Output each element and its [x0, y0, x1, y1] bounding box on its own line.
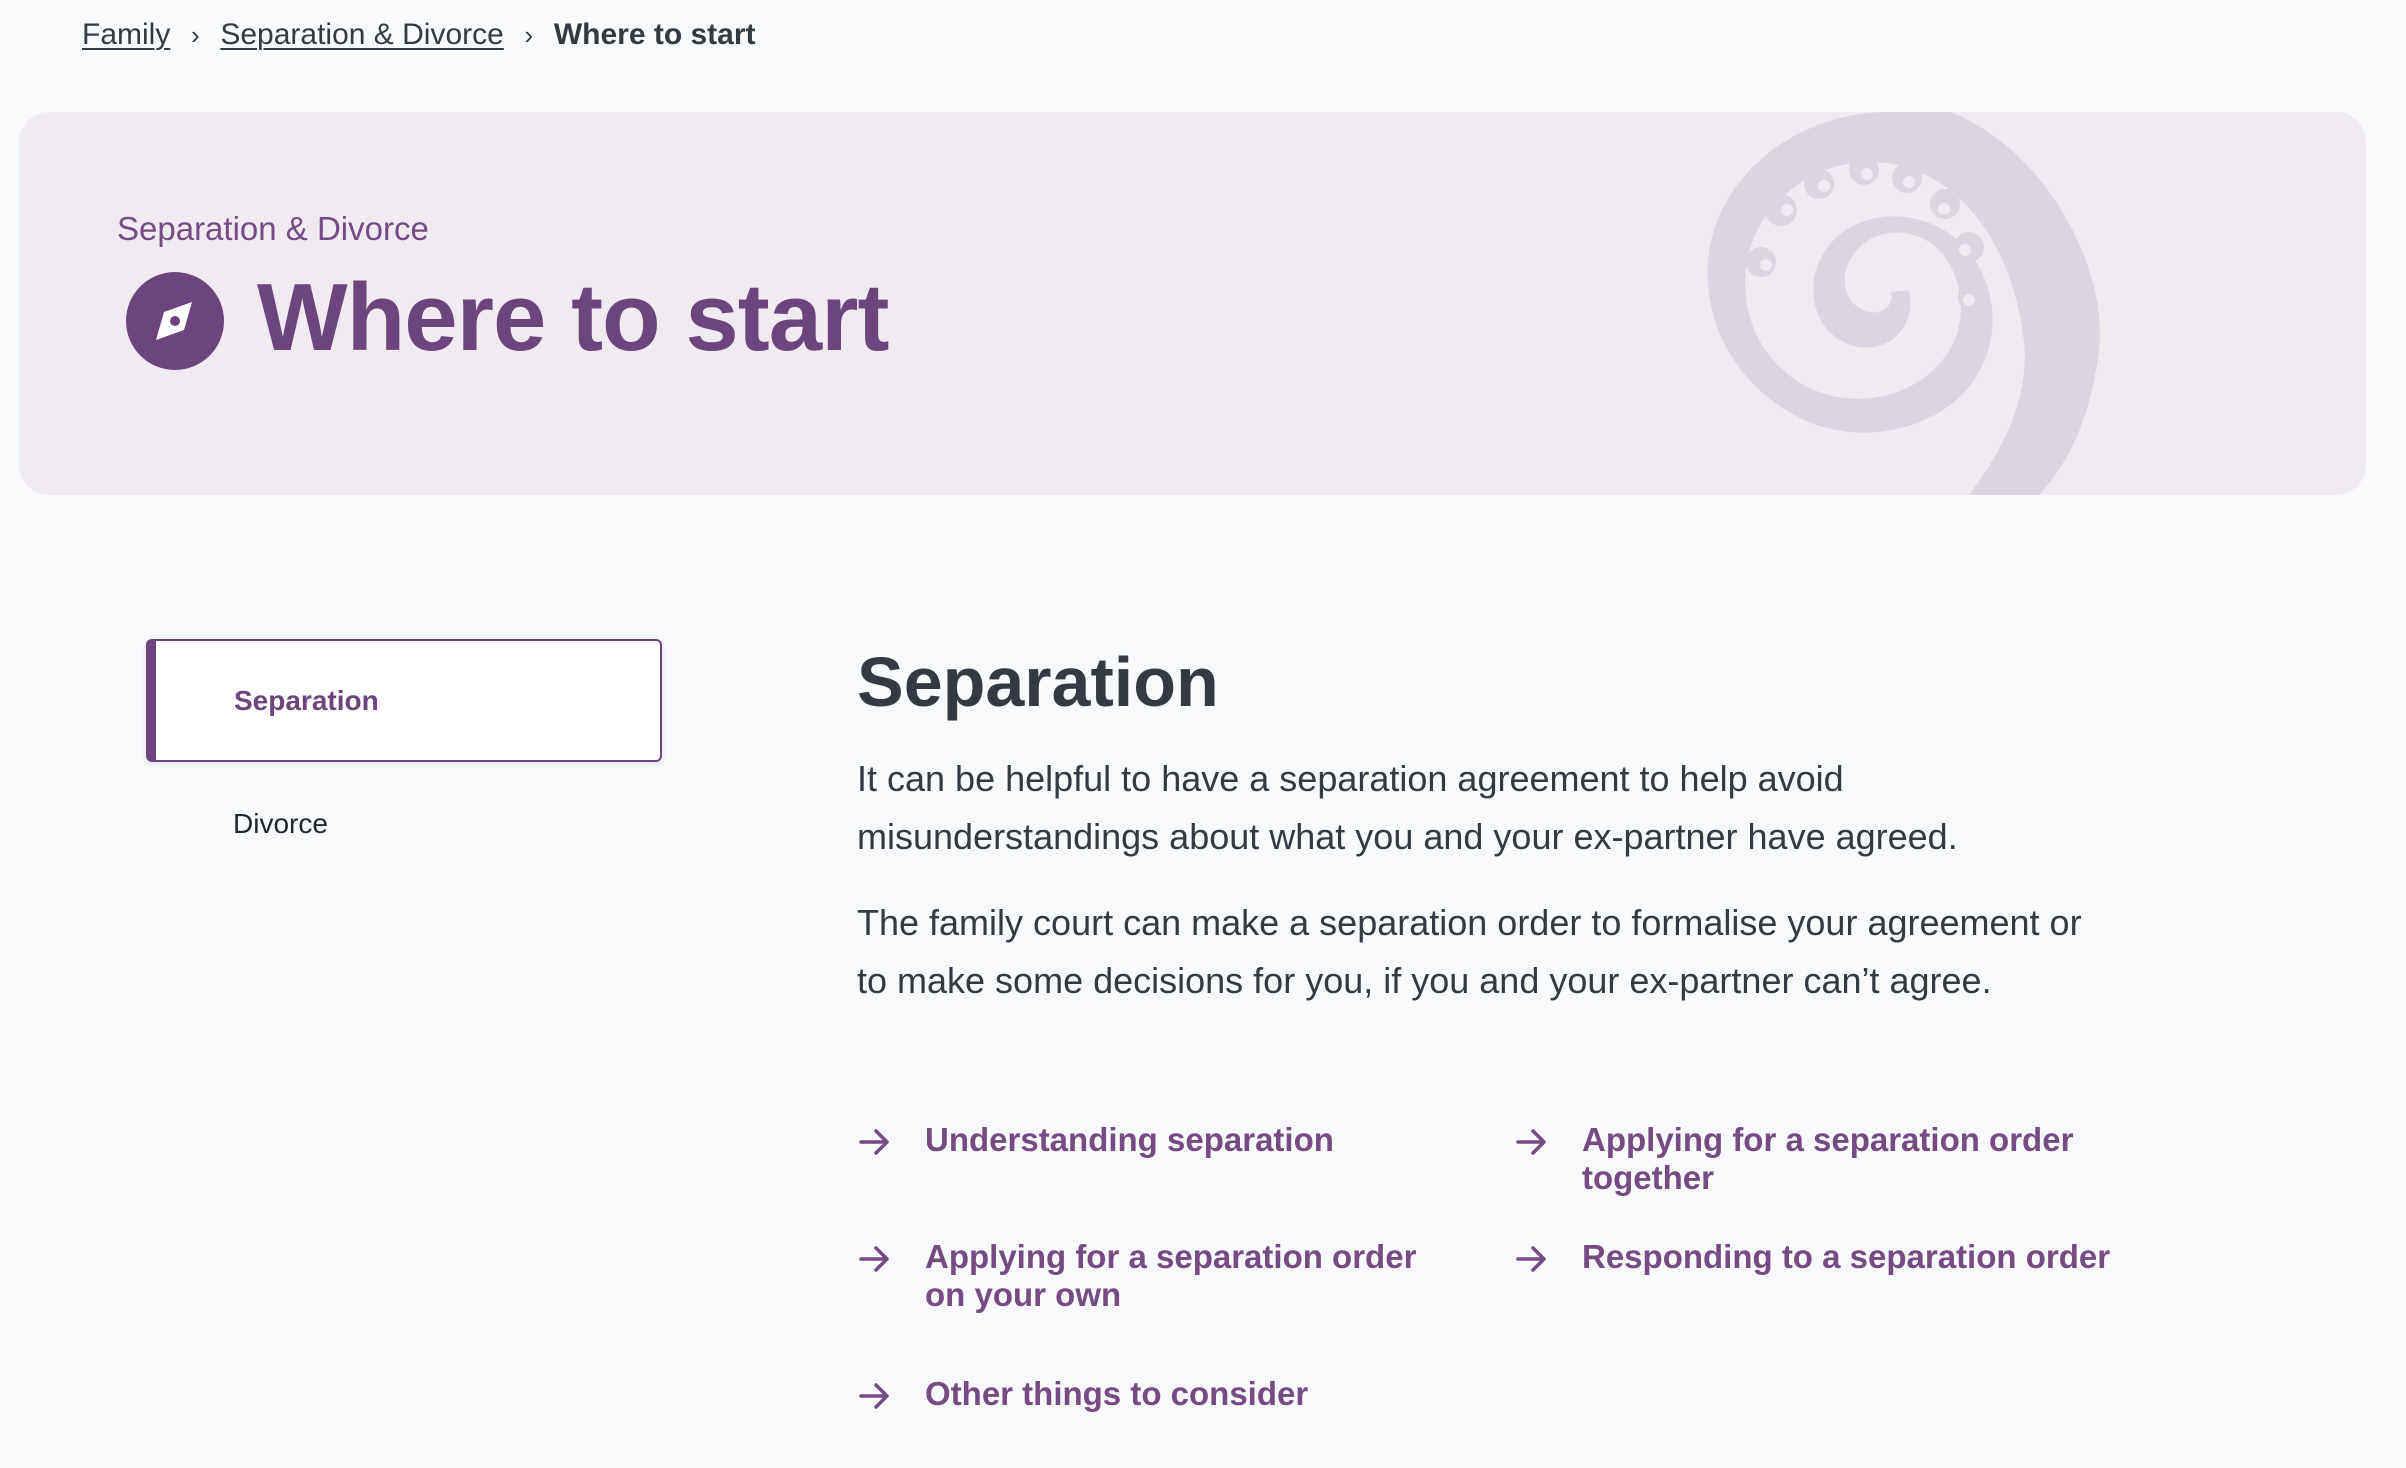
- link-label: Applying for a separation order on your …: [925, 1238, 1417, 1313]
- side-navigation: Separation Divorce: [146, 639, 662, 854]
- page-title: Where to start: [257, 264, 889, 371]
- breadcrumb-link-family[interactable]: Family: [82, 18, 170, 52]
- intro-paragraph: It can be helpful to have a separation a…: [857, 758, 1958, 857]
- link-label: Other things to consider: [925, 1375, 1309, 1412]
- chevron-right-icon: ›: [524, 19, 534, 50]
- compass-icon: [126, 272, 224, 370]
- link-other-things[interactable]: Other things to consider: [857, 1375, 1308, 1414]
- chevron-right-icon: ›: [191, 19, 200, 50]
- arrow-right-icon: [1516, 1246, 1546, 1272]
- sidenav-item-divorce[interactable]: Divorce: [146, 794, 662, 854]
- link-label: Understanding separation: [925, 1121, 1334, 1158]
- link-label: Responding to a separation order: [1582, 1238, 2111, 1275]
- sidenav-item-separation[interactable]: Separation: [146, 639, 662, 762]
- link-label: Applying for a separation order together: [1582, 1121, 2074, 1196]
- arrow-right-icon: [859, 1129, 889, 1155]
- arrow-right-icon: [1516, 1129, 1546, 1155]
- court-paragraph: The family court can make a separation o…: [857, 902, 2082, 1001]
- link-responding[interactable]: Responding to a separation order: [1514, 1238, 2110, 1277]
- link-apply-on-your-own[interactable]: Applying for a separation order on your …: [857, 1238, 1417, 1314]
- hero-overline: Separation & Divorce: [117, 210, 429, 247]
- page-hero: Separation & Divorce Where to start: [19, 112, 2366, 495]
- link-understanding-separation[interactable]: Understanding separation: [857, 1121, 1334, 1160]
- arrow-right-icon: [859, 1383, 889, 1409]
- arrow-right-icon: [859, 1246, 889, 1272]
- breadcrumb: Family › Separation & Divorce › Where to…: [82, 14, 756, 56]
- breadcrumb-link-separation-divorce[interactable]: Separation & Divorce: [220, 18, 503, 52]
- link-apply-together[interactable]: Applying for a separation order together: [1514, 1121, 2074, 1197]
- koru-swirl-graphic: [1707, 112, 2101, 495]
- section-heading: Separation: [857, 643, 1219, 721]
- breadcrumb-current: Where to start: [553, 18, 756, 51]
- main-content: Separation It can be helpful to have a s…: [857, 640, 2117, 1010]
